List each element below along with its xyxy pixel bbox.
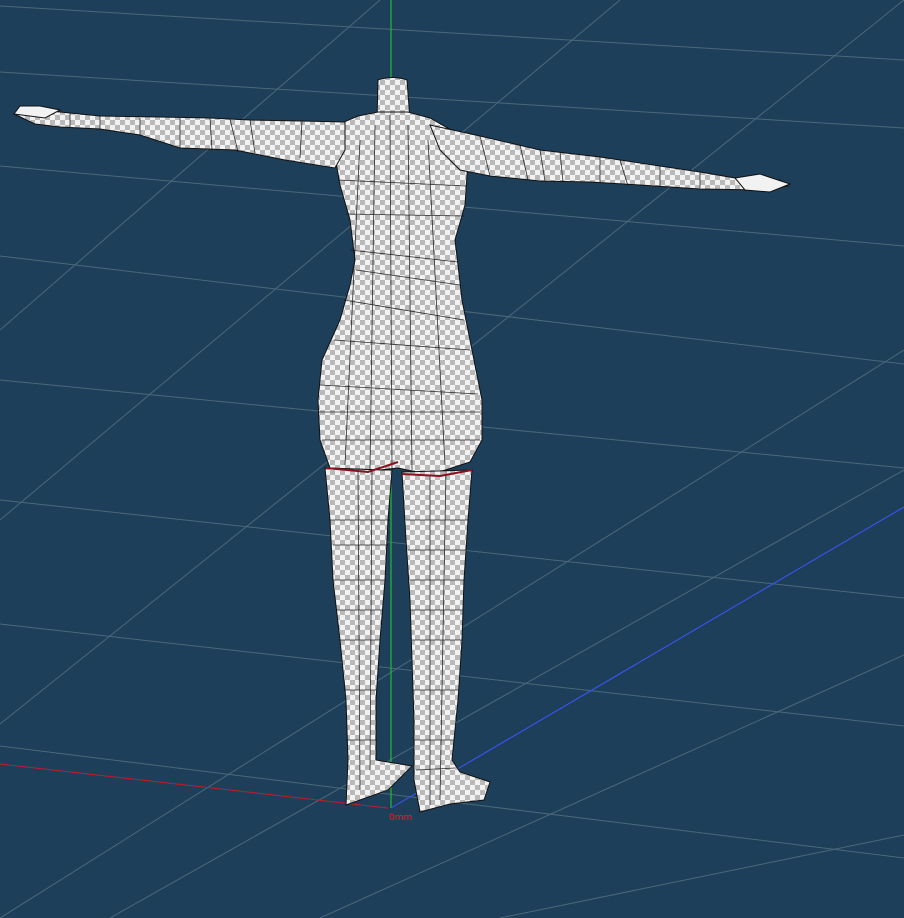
mesh-right-leg (401, 469, 491, 813)
origin-marker: 0mm (389, 813, 412, 823)
mesh-left-arm (12, 108, 346, 169)
scene-canvas[interactable]: 0mm (0, 0, 904, 918)
character-mesh[interactable] (12, 77, 792, 813)
origin-label: 0mm (389, 813, 412, 823)
mesh-right-arm (429, 124, 790, 191)
3d-viewport[interactable]: 0mm (0, 0, 904, 918)
